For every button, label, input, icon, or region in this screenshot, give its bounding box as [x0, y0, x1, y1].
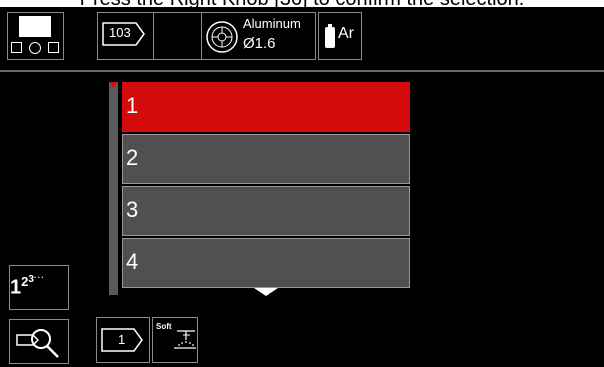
- list-item-1[interactable]: 1: [122, 82, 410, 132]
- list-item-4[interactable]: 4: [122, 238, 410, 288]
- top-separator: [0, 70, 604, 72]
- gas-value: Ar: [338, 25, 354, 42]
- scroll-position-icon: [110, 82, 117, 88]
- search-icon: [16, 329, 59, 358]
- wire-feed-tile[interactable]: 103: [97, 12, 154, 60]
- scroll-down-icon[interactable]: [254, 288, 278, 298]
- list-item-2[interactable]: 2: [122, 134, 410, 184]
- memory-slot-value: 1: [118, 332, 126, 347]
- welder-display: 103 Aluminum Ø1.6 Ar 1 2 3 4 123··· 1 So…: [0, 7, 604, 367]
- memory-numbers-tile[interactable]: 123···: [9, 265, 69, 310]
- memory-numbers-icon: 123···: [10, 272, 45, 299]
- gas-tile[interactable]: Ar: [318, 12, 362, 60]
- layout-tile[interactable]: [7, 12, 64, 60]
- wire-feed-value: 103: [109, 25, 131, 40]
- wire-tile[interactable]: Aluminum Ø1.6: [201, 12, 316, 60]
- empty-tile[interactable]: [153, 12, 202, 60]
- wire-spool-icon: [206, 21, 238, 53]
- soft-label: Soft: [156, 322, 172, 331]
- soft-start-icon: [174, 330, 196, 349]
- wire-diameter: Ø1.6: [243, 35, 276, 52]
- scrollbar[interactable]: [109, 82, 118, 295]
- list-item-3[interactable]: 3: [122, 186, 410, 236]
- layout-icon: [8, 13, 63, 59]
- soft-start-tile[interactable]: Soft: [152, 317, 198, 363]
- gas-cylinder-icon: [325, 24, 335, 48]
- search-tile[interactable]: [9, 319, 69, 364]
- memory-slot-tile[interactable]: 1: [96, 317, 150, 363]
- wire-material: Aluminum: [243, 16, 301, 31]
